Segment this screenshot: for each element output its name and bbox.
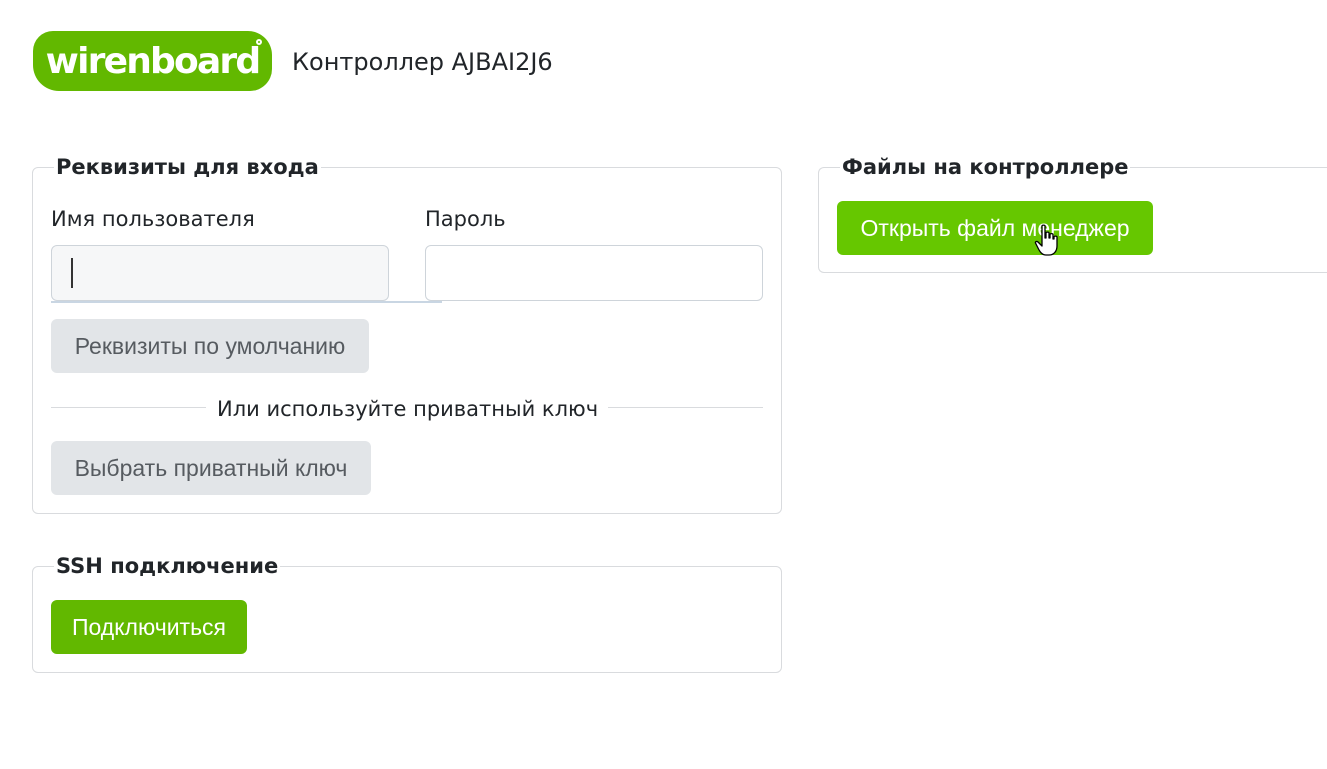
controller-files-panel: Файлы на контроллере Открыть файл менедж… xyxy=(818,155,1327,273)
hand-pointer-icon xyxy=(1034,224,1058,256)
ssh-connection-panel: SSH подключение Подключиться xyxy=(32,554,782,673)
login-panel-title: Реквизиты для входа xyxy=(54,155,321,179)
ssh-panel-title: SSH подключение xyxy=(54,554,281,578)
divider-line-right xyxy=(608,407,763,408)
username-focus-underline xyxy=(51,301,442,303)
password-label: Пароль xyxy=(425,207,506,231)
private-key-divider-text: Или используйте приватный ключ xyxy=(217,397,599,421)
select-private-key-button[interactable]: Выбрать приватный ключ xyxy=(51,441,371,495)
password-input[interactable] xyxy=(425,245,763,301)
page-title: Контроллер AJBAI2J6 xyxy=(292,48,553,76)
username-label: Имя пользователя xyxy=(51,207,255,231)
files-panel-title: Файлы на контроллере xyxy=(840,155,1131,179)
connect-button[interactable]: Подключиться xyxy=(51,600,247,654)
text-caret xyxy=(71,258,73,288)
divider-line-left xyxy=(51,407,206,408)
logo-text: wirenboard xyxy=(45,40,262,82)
wirenboard-logo: wirenboard xyxy=(33,31,272,91)
username-input[interactable] xyxy=(51,245,389,301)
default-credentials-button[interactable]: Реквизиты по умолчанию xyxy=(51,319,369,373)
open-file-manager-button[interactable]: Открыть файл менеджер xyxy=(837,201,1153,255)
login-credentials-panel: Реквизиты для входа Имя пользователя Пар… xyxy=(32,155,782,514)
logo-dot-icon xyxy=(256,39,262,45)
